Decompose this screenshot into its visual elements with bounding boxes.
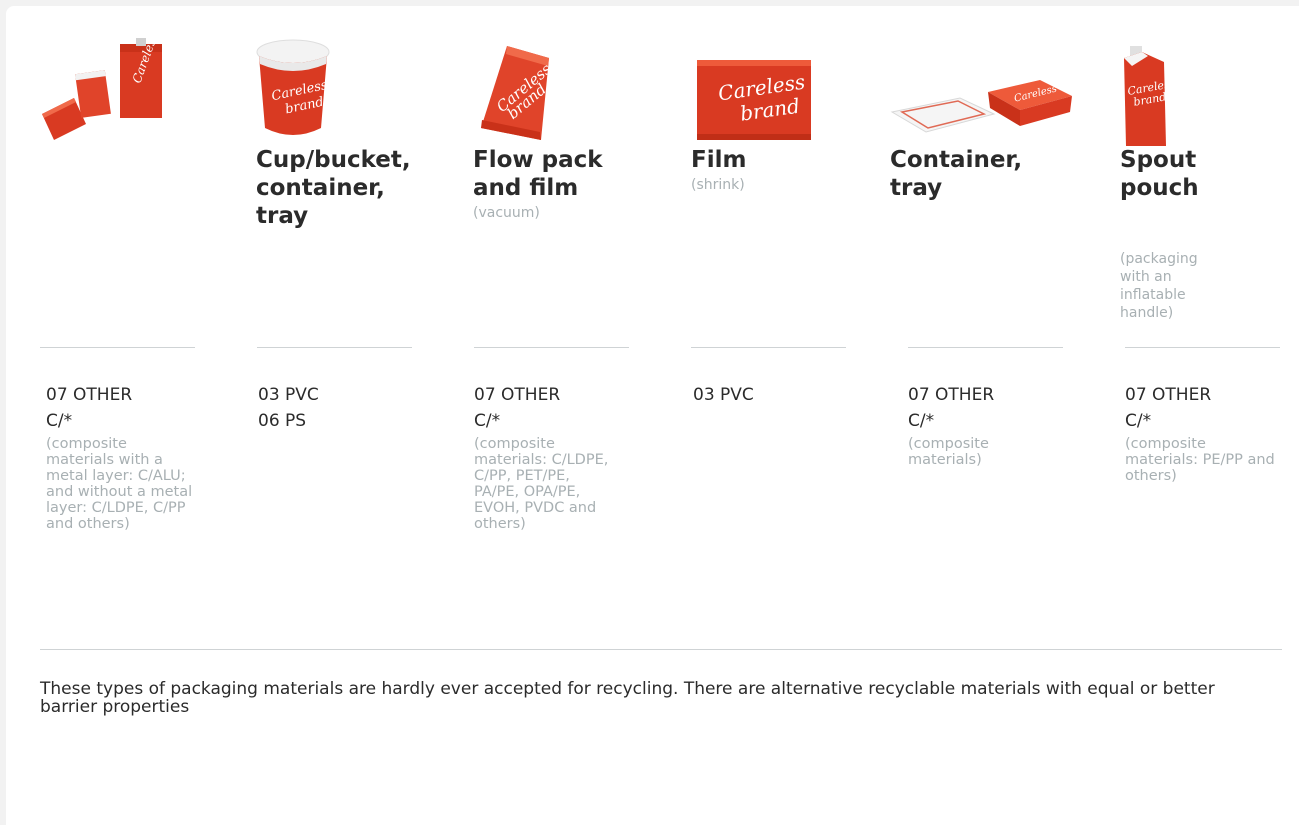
column-subtitle: (packaging with an inflatable handle) xyxy=(1120,251,1198,321)
material-note: (composite materials with a metal layer:… xyxy=(46,436,193,532)
column-divider xyxy=(1125,347,1280,348)
film-pack-icon: Careless brand xyxy=(691,36,851,146)
column-bucket: Careless brand Cup/bucket, container, tr… xyxy=(256,36,416,232)
material-codes: 07 OTHER C/* (composite materials) xyxy=(908,382,1038,468)
material-codes: 07 OTHER C/* (composite materials: C/LDP… xyxy=(474,382,614,532)
material-codes: 03 PVC 06 PS xyxy=(258,382,408,434)
resin-code: 03 PVC xyxy=(693,385,754,405)
column-divider xyxy=(40,347,195,348)
column-title: Container, tray xyxy=(890,147,1023,201)
column-flow-pack: Careless brand Flow pack and film (vacuu… xyxy=(473,36,633,222)
resin-code: 03 PVC xyxy=(258,385,319,405)
column-divider xyxy=(908,347,1063,348)
footer-note: These types of packaging materials are h… xyxy=(40,679,1215,717)
column-subtitle: (shrink) xyxy=(691,177,745,193)
column-title: Film xyxy=(691,147,747,173)
column-pouches: Careless xyxy=(40,31,200,148)
resin-code: 07 OTHER xyxy=(908,385,995,405)
material-codes: 07 OTHER C/* (composite materials: PE/PP… xyxy=(1125,382,1280,484)
column-container-tray: Careless Container, tray xyxy=(890,36,1072,204)
column-divider xyxy=(691,347,846,348)
resin-code: C/* xyxy=(1125,411,1152,431)
resin-code: C/* xyxy=(474,411,501,431)
material-note: (composite materials) xyxy=(908,436,989,468)
resin-code: 06 PS xyxy=(258,411,307,431)
column-spout-pouch: Careless brand Spout pouch (packaging wi… xyxy=(1120,36,1280,322)
resin-code: C/* xyxy=(46,411,73,431)
resin-code: 07 OTHER xyxy=(46,385,133,405)
content-card: Careless Careless brand Cup/bucket, cont… xyxy=(6,6,1299,825)
resin-code: 07 OTHER xyxy=(1125,385,1212,405)
material-codes: 07 OTHER C/* (composite materials with a… xyxy=(46,382,196,532)
column-title: Cup/bucket, container, tray xyxy=(256,147,411,229)
material-note: (composite materials: PE/PP and others) xyxy=(1125,436,1275,484)
spout-pouch-icon: Careless brand xyxy=(1120,36,1280,146)
resin-code: C/* xyxy=(908,411,935,431)
column-divider xyxy=(257,347,412,348)
section-divider xyxy=(40,649,1282,650)
resin-code: 07 OTHER xyxy=(474,385,561,405)
stand-up-pouches-icon: Careless xyxy=(40,31,200,146)
container-tray-icon: Careless xyxy=(890,36,1072,146)
column-subtitle: (vacuum) xyxy=(473,205,540,221)
material-codes: 03 PVC xyxy=(693,382,843,408)
column-film: Careless brand Film (shrink) xyxy=(691,36,851,194)
column-divider xyxy=(474,347,629,348)
material-note: (composite materials: C/LDPE, C/PP, PET/… xyxy=(474,436,609,532)
bucket-icon: Careless brand xyxy=(256,36,416,146)
column-title: Flow pack and film xyxy=(473,147,603,201)
column-title: Spout pouch xyxy=(1120,147,1199,201)
flow-pack-icon: Careless brand xyxy=(473,36,633,146)
